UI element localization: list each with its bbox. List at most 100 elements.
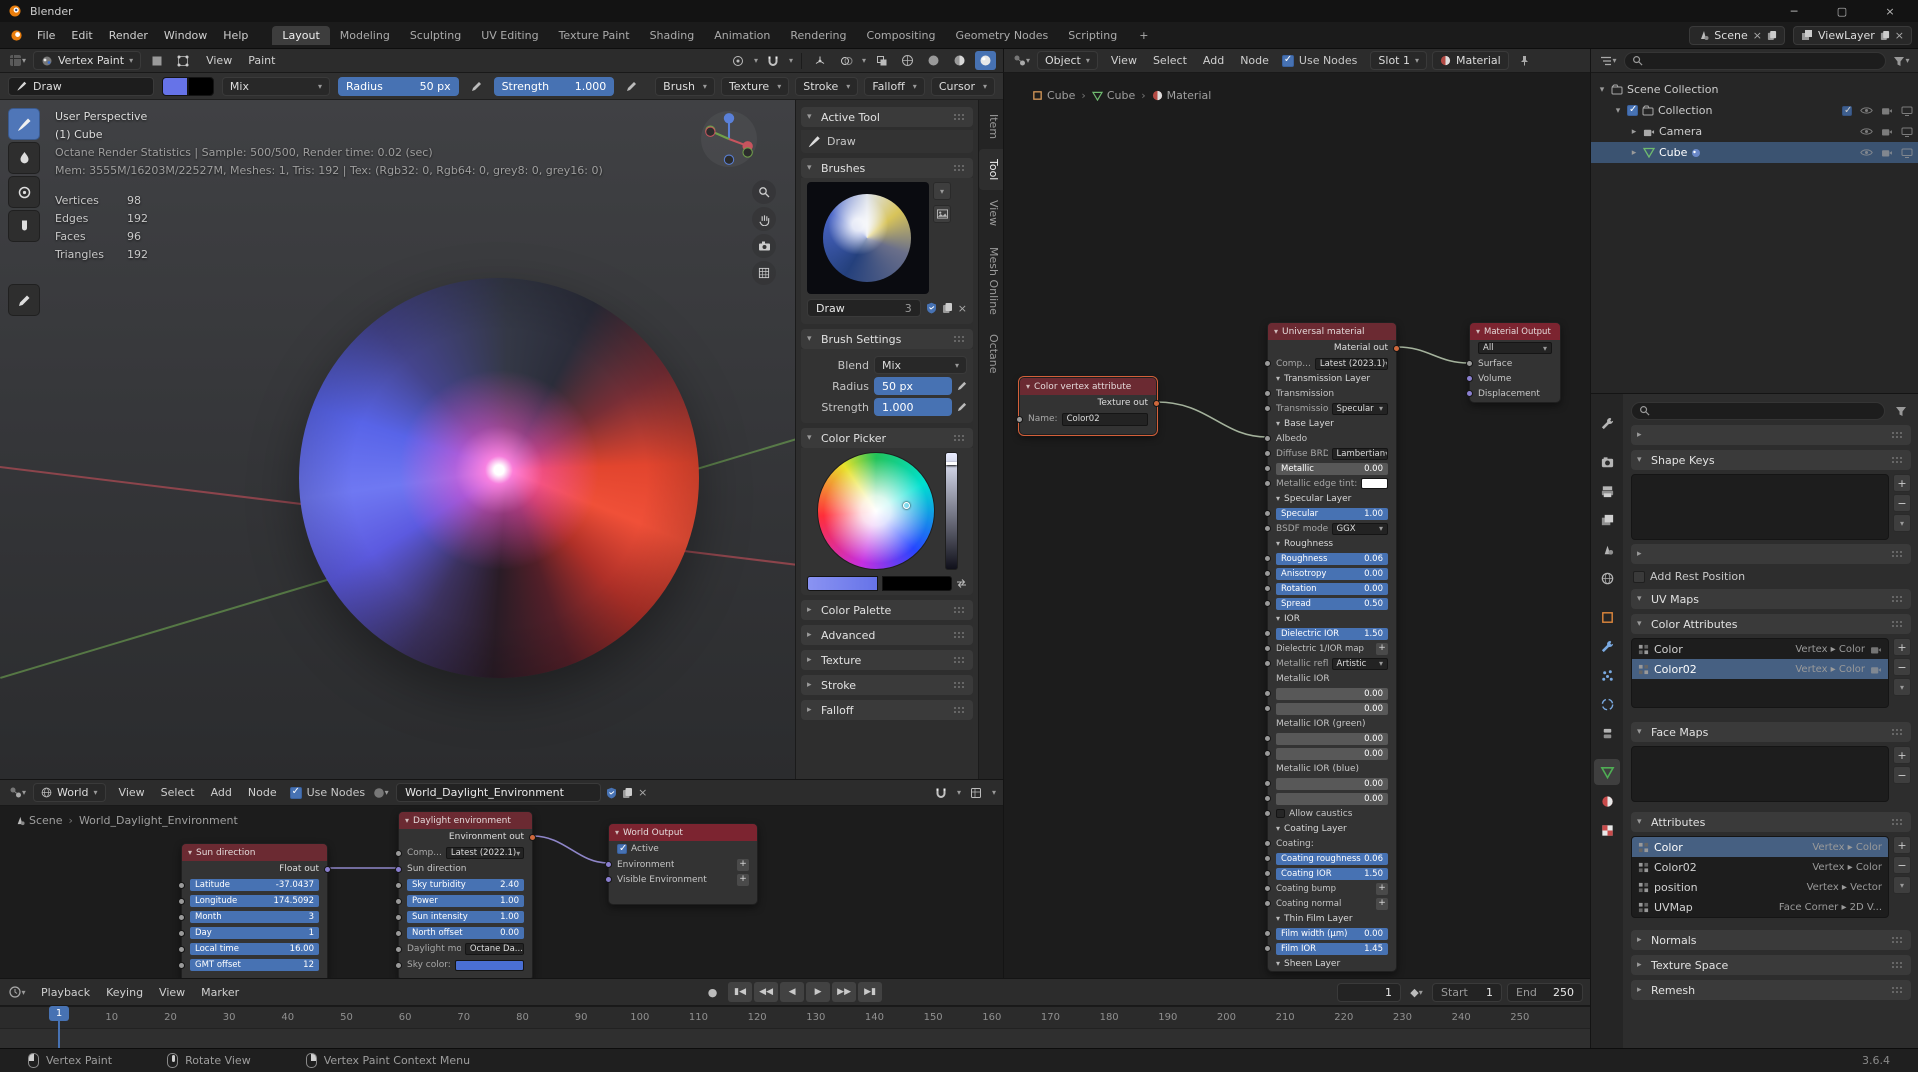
node-row-coating[interactable]: Coating:: [1264, 836, 1396, 851]
jump-to-start-button[interactable]: ▮◀: [728, 982, 753, 1002]
camera-toggle-icon[interactable]: [1881, 106, 1893, 115]
outliner-search[interactable]: [1624, 51, 1886, 70]
face-maps-panel-header[interactable]: ▾ Face Maps: [1631, 722, 1911, 742]
node-row-sun-intensity[interactable]: Sun intensity 1.00: [395, 909, 532, 925]
blender-menu-icon[interactable]: [6, 26, 27, 45]
remove-attribute-button[interactable]: −: [1893, 856, 1911, 874]
panel-header-advanced[interactable]: ▸ Advanced: [801, 625, 973, 645]
camera-toggle-icon[interactable]: [1881, 127, 1893, 136]
navigation-gizmo[interactable]: [700, 110, 758, 168]
shading-solid-icon[interactable]: [923, 51, 944, 70]
properties-tab-view-layer[interactable]: [1594, 507, 1620, 533]
next-keyframe-button[interactable]: ▶▶: [832, 982, 857, 1002]
node-row-value[interactable]: 0.00: [1264, 791, 1396, 806]
editor-type-icon[interactable]: ▾: [7, 51, 28, 70]
node-header[interactable]: ▾ World Output: [609, 824, 757, 841]
workspace-tab-shading[interactable]: Shading: [640, 26, 705, 45]
node-row-sun-direction[interactable]: Sun direction: [395, 861, 532, 877]
node-row-metallic-edge-tint[interactable]: Metallic edge tint:: [1264, 476, 1396, 491]
node-header[interactable]: ▾ Daylight environment: [399, 812, 532, 829]
checkbox[interactable]: [1276, 809, 1285, 818]
attribute-specials-icon[interactable]: ▾: [1893, 876, 1911, 894]
sidebar-tab-mesh-online[interactable]: Mesh Online: [979, 237, 1004, 325]
previous-keyframe-button[interactable]: ◀◀: [754, 982, 779, 1002]
menu-select[interactable]: Select: [153, 784, 203, 801]
material-out-socket[interactable]: Material out: [1268, 340, 1400, 356]
radius-slider[interactable]: 50 px: [874, 377, 952, 395]
node-overlay-icon[interactable]: [966, 783, 987, 802]
popover-texture[interactable]: Texture ▾: [720, 76, 790, 96]
panel-header-falloff[interactable]: ▸ Falloff: [801, 700, 973, 720]
panel-grip[interactable]: [1892, 456, 1905, 464]
shape-key-specials-icon[interactable]: ▾: [1893, 514, 1911, 532]
node-row-sky-color[interactable]: Sky color:: [395, 957, 532, 973]
node-row-allow-caustics[interactable]: Allow caustics: [1264, 806, 1396, 821]
frame-end-field[interactable]: End 250: [1507, 982, 1583, 1002]
node-row-latitude[interactable]: Latitude -37.0437: [178, 877, 327, 893]
outliner-row-camera[interactable]: ▸ Camera: [1591, 121, 1918, 142]
world-copy-icon[interactable]: [622, 787, 633, 799]
brush-preview[interactable]: [807, 182, 929, 294]
node-row-diffuse-brdf[interactable]: Diffuse BRDF ...Lambertian▾: [1264, 446, 1396, 461]
sidebar-tab-octane[interactable]: Octane: [979, 324, 1004, 384]
scene-unlink-icon[interactable]: ×: [1753, 29, 1762, 42]
zoom-icon[interactable]: [752, 180, 776, 204]
add-attribute-button[interactable]: +: [1893, 836, 1911, 854]
timeline-ruler[interactable]: 10 20 30 40 50 60 70 80 90 100 110 120 130 140 150 160 1…: [0, 1006, 1590, 1029]
node-row-local-time[interactable]: Local time 16.00: [178, 941, 327, 957]
xray-icon[interactable]: [871, 51, 892, 70]
properties-tab-constraints[interactable]: [1594, 720, 1620, 746]
overlays-dropdown-icon[interactable]: ▾: [862, 56, 866, 65]
remove-color-attribute-button[interactable]: −: [1893, 658, 1911, 676]
viewlayer-new-icon[interactable]: [1880, 30, 1890, 41]
node-row-specular-layer[interactable]: ▾ Specular Layer: [1268, 491, 1396, 506]
workspace-tab-uv-editing[interactable]: UV Editing: [471, 26, 548, 45]
check-toggle-icon[interactable]: [1842, 105, 1852, 116]
menu-view[interactable]: View: [111, 784, 153, 801]
workspace-tab-sculpting[interactable]: Sculpting: [400, 26, 471, 45]
node-row-value[interactable]: 0.00: [1264, 731, 1396, 746]
panel-grip[interactable]: [954, 606, 967, 614]
pin-icon[interactable]: [1514, 51, 1535, 70]
eye-toggle-icon[interactable]: [1860, 106, 1873, 115]
node-row-coating-normal[interactable]: Coating normal +: [1264, 896, 1396, 911]
shading-wireframe-icon[interactable]: [897, 51, 918, 70]
world-fake-user-icon[interactable]: [606, 787, 617, 799]
node-row-transmission-layer[interactable]: ▾ Transmission Layer: [1268, 371, 1396, 386]
node-row-value[interactable]: 0.00: [1264, 686, 1396, 701]
popover-falloff[interactable]: Falloff ▾: [864, 76, 925, 96]
menu-window[interactable]: Window: [156, 27, 215, 44]
node-row-thin-film-layer[interactable]: ▾ Thin Film Layer: [1268, 911, 1396, 926]
brush-settings-panel-header[interactable]: ▾ Brush Settings: [801, 329, 973, 349]
properties-tab-render[interactable]: [1594, 449, 1620, 475]
attribute-name-row[interactable]: Name: Color02: [1016, 411, 1156, 427]
shape-keys-list[interactable]: [1631, 474, 1889, 540]
proportional-dropdown-icon[interactable]: ▾: [754, 56, 758, 65]
node-row-north-offset[interactable]: North offset 0.00: [395, 925, 532, 941]
screen-toggle-icon[interactable]: [1901, 148, 1913, 158]
input-socket-visible-environment[interactable]: Visible Environment +: [605, 872, 757, 887]
snap-dropdown-icon[interactable]: ▾: [789, 56, 793, 65]
menu-paint[interactable]: Paint: [240, 52, 283, 69]
node-row-film-ior[interactable]: Film IOR 1.45: [1264, 941, 1396, 956]
color-vertex-attribute-node[interactable]: ▾ Color vertex attribute Texture out Name…: [1016, 376, 1160, 436]
daylight-environment-node[interactable]: ▾ Daylight environment Environment out Co…: [395, 811, 536, 978]
screen-toggle-icon[interactable]: [1901, 106, 1913, 116]
panel-grip[interactable]: [1892, 986, 1905, 994]
filter-funnel-icon[interactable]: ▾: [1891, 51, 1912, 70]
shape-keys-subpanel-header[interactable]: ▸: [1631, 544, 1911, 564]
texture-out-socket[interactable]: Texture out: [1020, 395, 1160, 411]
viewlayer-selector[interactable]: ViewLayer ×: [1793, 25, 1912, 45]
workspace-tab-rendering[interactable]: Rendering: [780, 26, 856, 45]
node-row-coating-layer[interactable]: ▾ Coating Layer: [1268, 821, 1396, 836]
primary-color-swatch[interactable]: [161, 76, 188, 96]
menu-help[interactable]: Help: [215, 27, 256, 44]
add-workspace-button[interactable]: +: [1129, 26, 1158, 45]
environment-out-socket[interactable]: Environment out: [399, 829, 536, 845]
add-rest-position-checkbox[interactable]: [1633, 570, 1645, 583]
attributes-panel-header[interactable]: ▾ Attributes: [1631, 812, 1911, 832]
brush-image-icon[interactable]: [933, 205, 951, 223]
picker-primary-swatch[interactable]: [807, 576, 878, 591]
editor-type-icon[interactable]: ▾: [1598, 51, 1619, 70]
world-unlink-icon[interactable]: ×: [638, 786, 647, 799]
